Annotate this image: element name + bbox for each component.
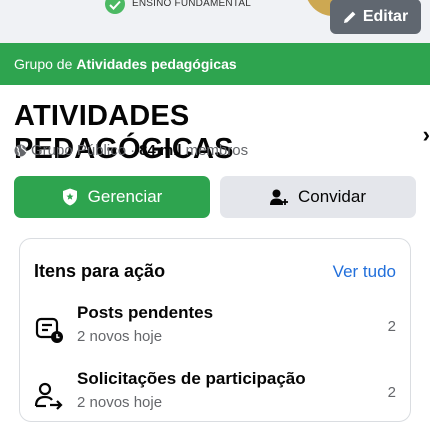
cover-caption: ENSINO FUNDAMENTAL [132, 0, 251, 9]
manage-button[interactable]: Gerenciar [14, 176, 210, 218]
group-banner-name: Atividades pedagógicas [76, 56, 237, 72]
group-banner-prefix: Grupo de [14, 56, 73, 72]
add-person-icon [269, 189, 288, 205]
meta-separator: · [130, 142, 136, 159]
see-all-link[interactable]: Ver tudo [333, 262, 396, 282]
check-badge-icon [105, 0, 125, 14]
privacy-label: Grupo Público [31, 142, 127, 159]
edit-label: Editar [362, 7, 409, 25]
list-item-pending-posts[interactable]: Posts pendentes 2 novos hoje 2 [20, 303, 410, 357]
pending-posts-icon [35, 317, 63, 343]
list-item-join-requests[interactable]: Solicitações de participação 2 novos hoj… [20, 369, 410, 423]
join-requests-icon [34, 382, 63, 410]
item-subtitle: 2 novos hoje [77, 394, 163, 411]
globe-icon [14, 144, 27, 157]
item-title: Solicitações de participação [77, 369, 306, 388]
invite-label: Convidar [297, 187, 367, 206]
shield-icon [62, 188, 77, 206]
pencil-icon [343, 11, 356, 23]
item-title: Posts pendentes [77, 303, 214, 322]
action-items-card: Itens para ação Ver tudo Posts pendentes… [19, 238, 411, 422]
member-count: 84 mil [139, 142, 182, 159]
edit-cover-button[interactable]: Editar [330, 0, 421, 34]
chevron-right-icon: › [422, 122, 430, 147]
item-count: 2 [387, 384, 396, 401]
invite-button[interactable]: Convidar [220, 176, 416, 218]
group-banner[interactable]: Grupo de Atividades pedagógicas [0, 43, 430, 85]
group-meta: Grupo Público · 84 mil membros [14, 142, 248, 159]
cover-photo[interactable]: ENSINO FUNDAMENTAL Editar [0, 0, 430, 43]
item-subtitle: 2 novos hoje [77, 328, 163, 345]
item-count: 2 [387, 318, 396, 335]
members-label: membros [185, 142, 249, 159]
action-items-title: Itens para ação [34, 261, 166, 281]
manage-label: Gerenciar [87, 187, 163, 206]
